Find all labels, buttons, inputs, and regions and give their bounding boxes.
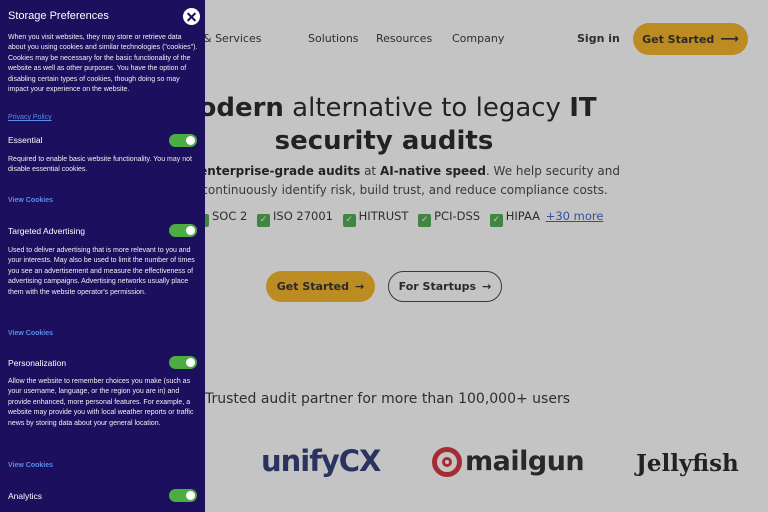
view-cookies-link[interactable]: View Cookies (8, 330, 53, 337)
section-desc-personalization: Allow the website to remember choices yo… (8, 378, 194, 427)
section-heading-personalization: Personalization (8, 358, 67, 368)
close-icon[interactable] (183, 8, 200, 25)
section-heading-essential: Essential (8, 135, 43, 145)
section-desc-essential: Required to enable basic website functio… (8, 156, 192, 174)
section-heading-analytics: Analytics (8, 491, 43, 501)
toggle-analytics[interactable] (169, 489, 197, 502)
section-desc-targeted-advertising: Used to deliver advertising that is more… (8, 247, 195, 296)
toggle-personalization[interactable] (169, 356, 197, 369)
view-cookies-link[interactable]: View Cookies (8, 462, 53, 469)
consent-intro-text: When you visit websites, they may store … (8, 34, 198, 94)
view-cookies-link[interactable]: View Cookies (8, 197, 53, 204)
panel-title: Storage Preferences (8, 10, 109, 22)
toggle-essential[interactable] (169, 134, 197, 147)
section-heading-targeted-advertising: Targeted Advertising (8, 226, 86, 236)
storage-preferences-panel: Storage Preferences When you visit websi… (0, 0, 205, 512)
privacy-policy-link[interactable]: Privacy Policy (8, 114, 52, 121)
toggle-targeted-advertising[interactable] (169, 224, 197, 237)
